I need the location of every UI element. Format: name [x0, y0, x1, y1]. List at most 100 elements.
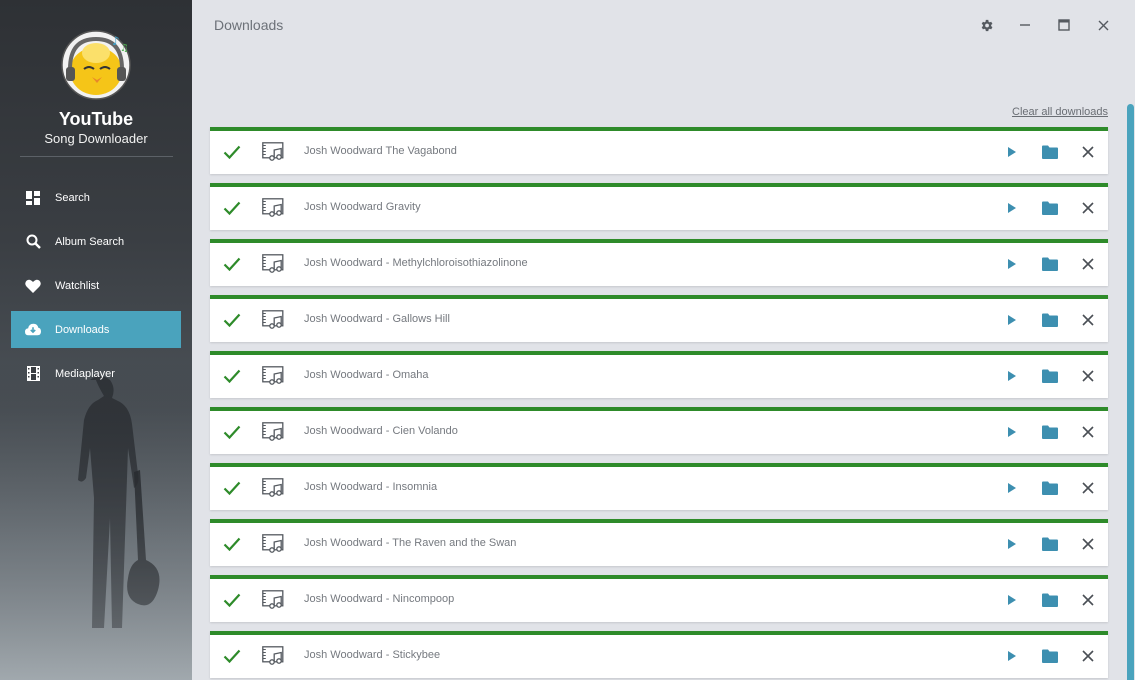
sidebar-item-label: Downloads	[55, 323, 110, 336]
folder-icon[interactable]	[1041, 648, 1059, 664]
check-icon	[223, 313, 241, 328]
download-row: Josh Woodward - Insomnia	[210, 463, 1108, 510]
clear-all-downloads-link[interactable]: Clear all downloads	[1012, 106, 1108, 118]
remove-download-icon[interactable]	[1081, 649, 1095, 663]
folder-icon[interactable]	[1041, 312, 1059, 328]
download-title: Josh Woodward - Cien Volando	[304, 425, 458, 437]
music-video-icon	[262, 366, 284, 385]
remove-download-icon[interactable]	[1081, 537, 1095, 551]
folder-icon[interactable]	[1041, 536, 1059, 552]
minimize-button[interactable]	[1015, 15, 1035, 35]
download-row: Josh Woodward The Vagabond	[210, 127, 1108, 174]
music-video-icon	[262, 422, 284, 441]
scrollbar[interactable]	[1126, 104, 1135, 680]
close-window-button[interactable]	[1093, 15, 1113, 35]
download-title: Josh Woodward - The Raven and the Swan	[304, 537, 517, 549]
sidebar-item-label: Search	[55, 191, 90, 204]
check-icon	[223, 201, 241, 216]
download-row: Josh Woodward Gravity	[210, 183, 1108, 230]
check-icon	[223, 481, 241, 496]
play-icon[interactable]	[1006, 425, 1018, 439]
check-icon	[223, 145, 241, 160]
download-title: Josh Woodward Gravity	[304, 201, 421, 213]
sidebar-item-label: Mediaplayer	[55, 367, 115, 380]
remove-download-icon[interactable]	[1081, 257, 1095, 271]
cloud-download-icon	[25, 322, 41, 338]
svg-text:♫: ♫	[120, 43, 129, 54]
download-row: Josh Woodward - The Raven and the Swan	[210, 519, 1108, 566]
sidebar-item-downloads[interactable]: Downloads	[11, 311, 181, 348]
sidebar: ♪ ♫ YouTube Song Downloader Search Album…	[0, 0, 192, 680]
play-icon[interactable]	[1006, 145, 1018, 159]
remove-download-icon[interactable]	[1081, 481, 1095, 495]
remove-download-icon[interactable]	[1081, 201, 1095, 215]
folder-icon[interactable]	[1041, 480, 1059, 496]
page-title: Downloads	[214, 17, 284, 33]
download-row: Josh Woodward - Methylchloroisothiazolin…	[210, 239, 1108, 286]
remove-download-icon[interactable]	[1081, 593, 1095, 607]
sidebar-item-mediaplayer[interactable]: Mediaplayer	[11, 355, 181, 392]
music-video-icon	[262, 310, 284, 329]
download-title: Josh Woodward The Vagabond	[304, 145, 457, 157]
maximize-icon	[1058, 19, 1070, 31]
music-video-icon	[262, 254, 284, 273]
music-video-icon	[262, 478, 284, 497]
svg-text:♪: ♪	[112, 34, 120, 48]
music-video-icon	[262, 534, 284, 553]
check-icon	[223, 425, 241, 440]
sidebar-item-album-search[interactable]: Album Search	[11, 223, 181, 260]
dashboard-icon	[25, 190, 41, 206]
sidebar-item-label: Album Search	[55, 235, 125, 248]
download-row: Josh Woodward - Cien Volando	[210, 407, 1108, 454]
play-icon[interactable]	[1006, 593, 1018, 607]
heart-icon	[25, 278, 41, 294]
sidebar-item-watchlist[interactable]: Watchlist	[11, 267, 181, 304]
play-icon[interactable]	[1006, 537, 1018, 551]
folder-icon[interactable]	[1041, 368, 1059, 384]
sidebar-divider	[20, 156, 173, 157]
app-subtitle: Song Downloader	[44, 131, 148, 146]
download-title: Josh Woodward - Omaha	[304, 369, 429, 381]
maximize-button[interactable]	[1054, 15, 1074, 35]
music-video-icon	[262, 646, 284, 665]
folder-icon[interactable]	[1041, 592, 1059, 608]
play-icon[interactable]	[1006, 257, 1018, 271]
film-icon	[25, 366, 41, 382]
folder-icon[interactable]	[1041, 256, 1059, 272]
download-title: Josh Woodward - Methylchloroisothiazolin…	[304, 257, 528, 269]
app-logo: ♪ ♫	[61, 30, 131, 100]
sidebar-item-search[interactable]: Search	[11, 179, 181, 216]
download-title: Josh Woodward - Gallows Hill	[304, 313, 450, 325]
magnifier-icon	[25, 234, 41, 250]
minimize-icon	[1020, 24, 1030, 26]
check-icon	[223, 593, 241, 608]
music-video-icon	[262, 142, 284, 161]
folder-icon[interactable]	[1041, 424, 1059, 440]
close-icon	[1098, 20, 1108, 30]
check-icon	[223, 369, 241, 384]
guitarist-silhouette-background	[0, 360, 192, 680]
download-row: Josh Woodward - Omaha	[210, 351, 1108, 398]
play-icon[interactable]	[1006, 201, 1018, 215]
download-title: Josh Woodward - Stickybee	[304, 649, 441, 661]
play-icon[interactable]	[1006, 369, 1018, 383]
music-video-icon	[262, 198, 284, 217]
check-icon	[223, 649, 241, 664]
play-icon[interactable]	[1006, 481, 1018, 495]
remove-download-icon[interactable]	[1081, 313, 1095, 327]
check-icon	[223, 257, 241, 272]
folder-icon[interactable]	[1041, 200, 1059, 216]
download-row: Josh Woodward - Stickybee	[210, 631, 1108, 678]
settings-button[interactable]	[976, 15, 996, 35]
play-icon[interactable]	[1006, 649, 1018, 663]
remove-download-icon[interactable]	[1081, 425, 1095, 439]
download-title: Josh Woodward - Nincompoop	[304, 593, 455, 605]
folder-icon[interactable]	[1041, 144, 1059, 160]
app-title: YouTube	[58, 109, 134, 129]
play-icon[interactable]	[1006, 313, 1018, 327]
remove-download-icon[interactable]	[1081, 369, 1095, 383]
scrollbar-thumb[interactable]	[1127, 104, 1134, 680]
music-video-icon	[262, 590, 284, 609]
remove-download-icon[interactable]	[1081, 145, 1095, 159]
check-icon	[223, 537, 241, 552]
